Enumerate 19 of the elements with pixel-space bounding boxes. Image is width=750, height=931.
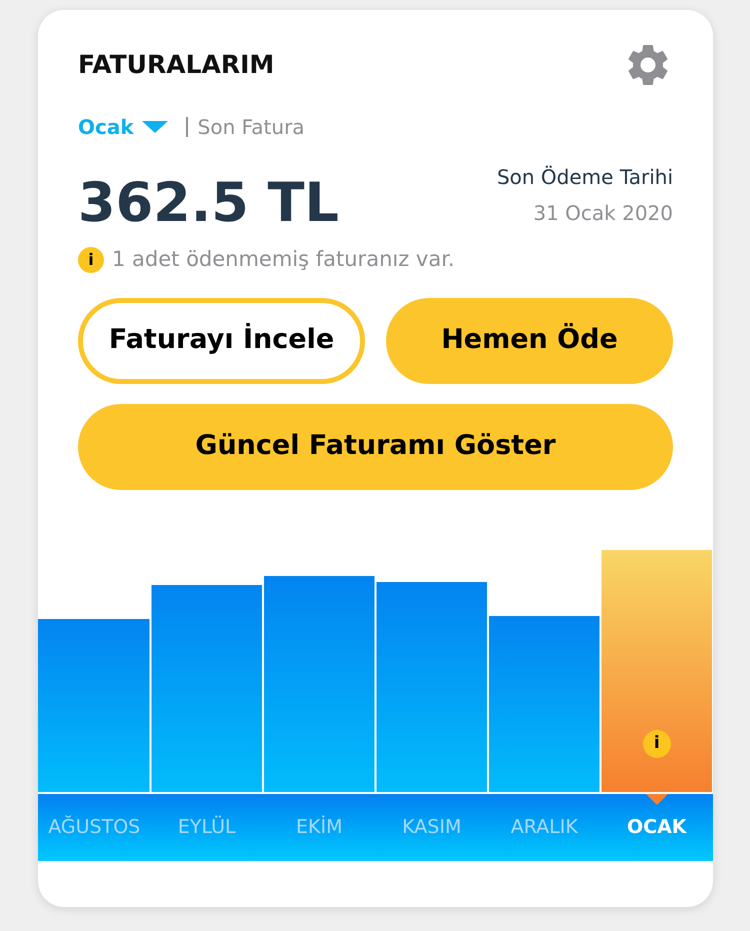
amount: 362.5 TL [78, 176, 339, 230]
month-tab[interactable]: OCAK [600, 794, 713, 860]
notice-text: 1 adet ödenmemiş faturanız var. [112, 246, 455, 273]
caret-icon [142, 121, 168, 133]
review-button[interactable]: Faturayı İncele [78, 298, 365, 384]
card-title: FATURALARIM [78, 49, 274, 82]
pay-button[interactable]: Güncel Faturamı Göster [78, 404, 673, 490]
month-tab[interactable]: EYLÜL [150, 794, 263, 860]
month-dropdown[interactable]: Ocak [78, 112, 168, 142]
due-label: Son Ödeme Tarihi [496, 164, 673, 191]
info-icon: i [78, 246, 104, 273]
month-tab[interactable]: EKİM [263, 794, 376, 860]
month-tab[interactable]: AĞUSTOS [38, 794, 150, 860]
month-tab[interactable]: KASIM [376, 794, 488, 860]
pointer-icon [646, 794, 668, 804]
due-date: 31 Ocak 2020 [533, 200, 673, 227]
month-tab[interactable]: ARALIK [488, 794, 600, 860]
pay-button[interactable]: Hemen Öde [386, 298, 673, 384]
period-label: Son Fatura [198, 114, 305, 141]
